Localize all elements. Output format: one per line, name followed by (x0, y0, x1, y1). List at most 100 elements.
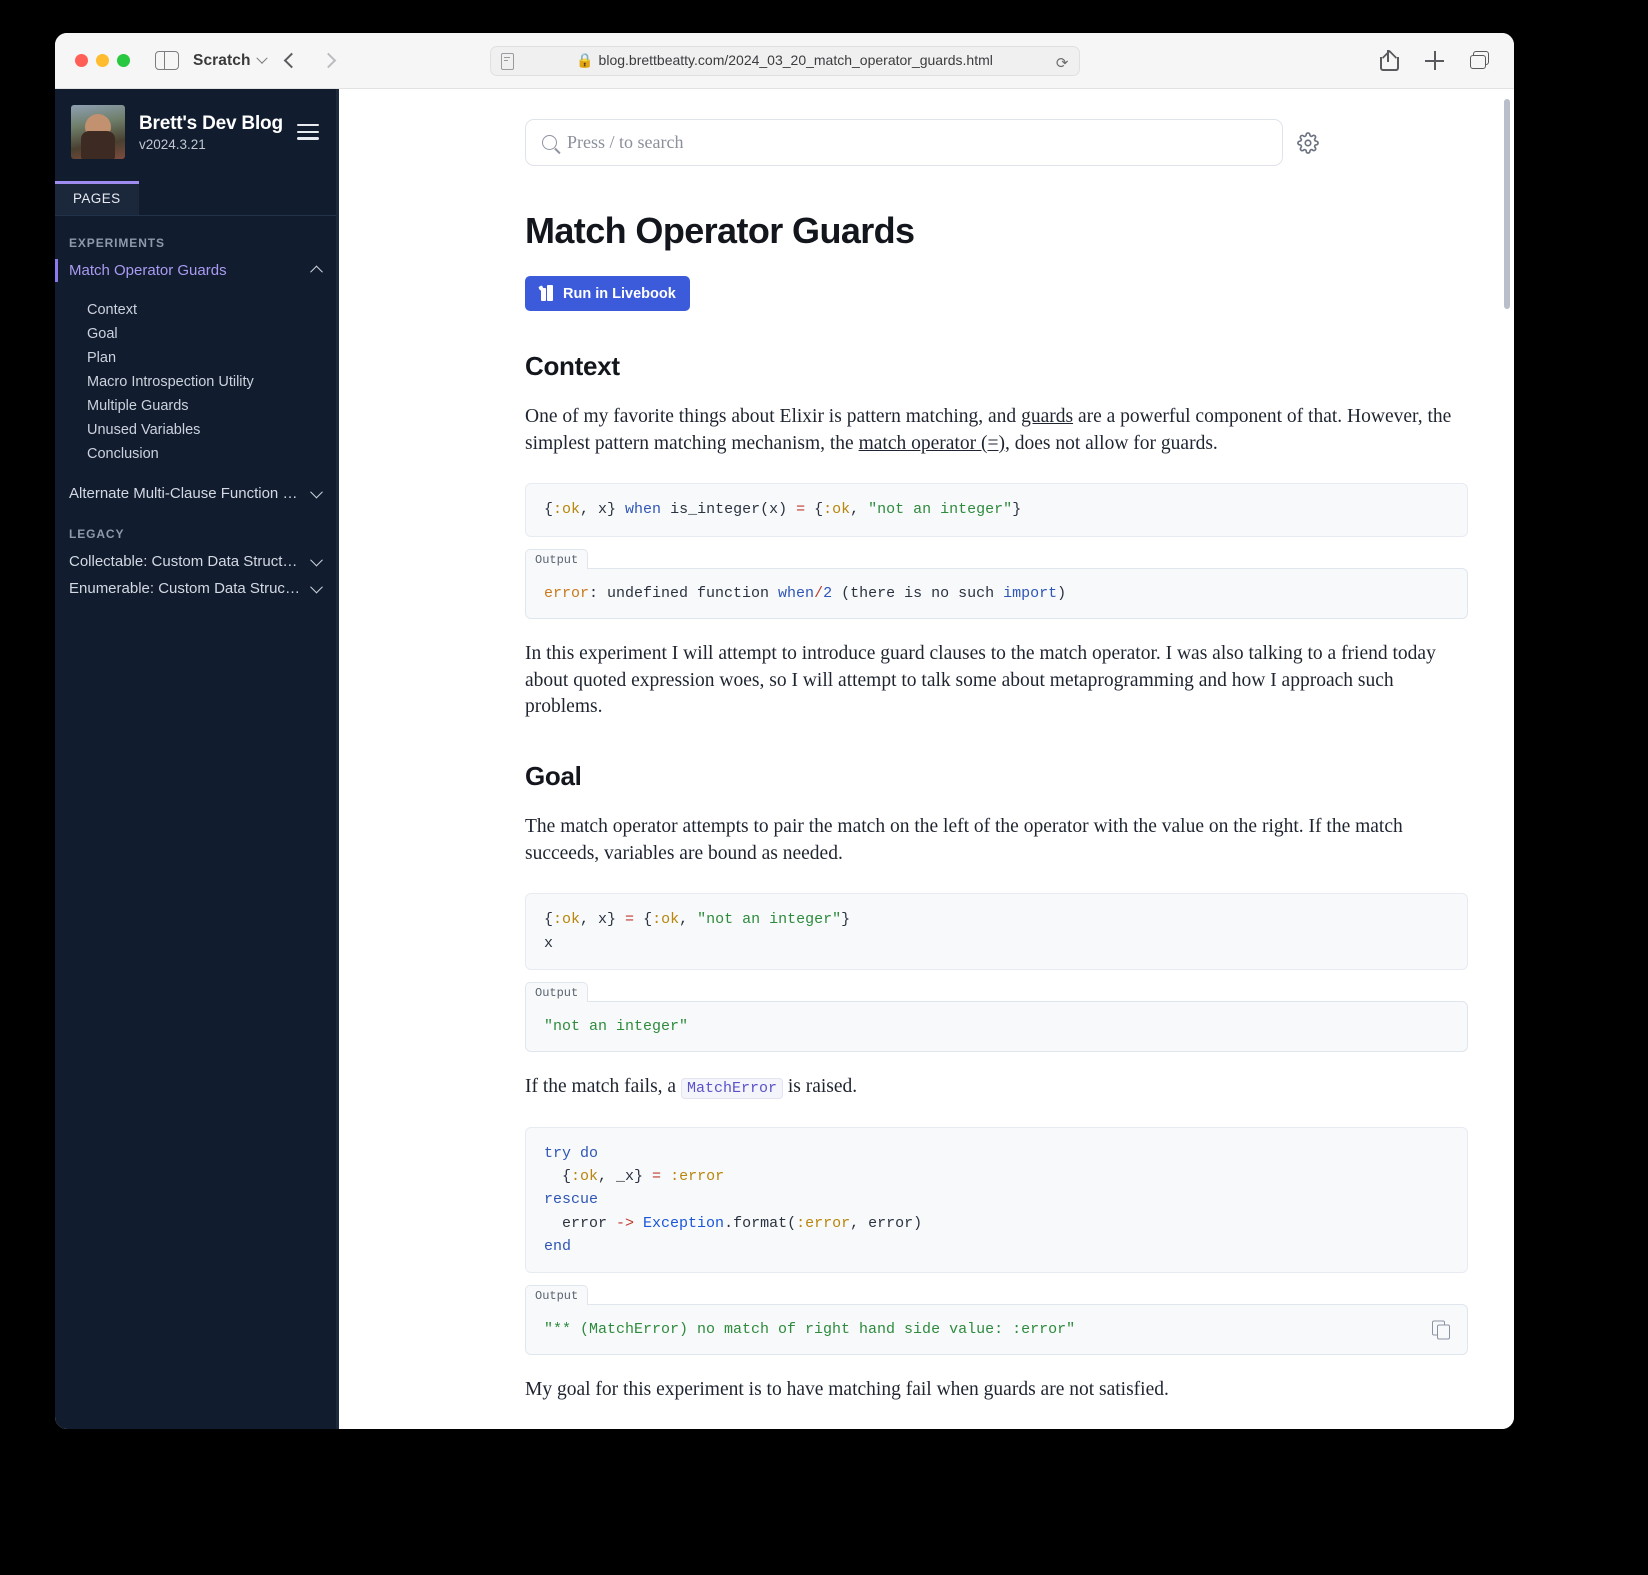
sidebar-subitem-unused-variables[interactable]: Unused Variables (55, 418, 339, 442)
avatar (71, 105, 125, 159)
sidebar-subitem-macro-introspection-utility[interactable]: Macro Introspection Utility (55, 370, 339, 394)
main-content: Press / to search Match Operator Guards … (339, 89, 1514, 1429)
code-block-goal-1[interactable]: {:ok, x} = {:ok, "not an integer"} x (525, 893, 1468, 970)
page-content: Press / to search Match Operator Guards … (339, 89, 1514, 1429)
search-input[interactable]: Press / to search (525, 119, 1283, 166)
run-in-livebook-label: Run in Livebook (563, 285, 676, 302)
vertical-scrollbar[interactable] (1504, 99, 1510, 309)
section-heading-context: Context (525, 351, 620, 381)
link-match-operator[interactable]: match operator (=) (859, 433, 1005, 454)
plus-icon[interactable] (1424, 50, 1445, 71)
search-row: Press / to search (339, 119, 1514, 166)
sidebar-subitem-conclusion[interactable]: Conclusion (55, 442, 339, 466)
blog-title: Brett's Dev Blog (139, 112, 283, 134)
article: Match Operator Guards Run in Livebook Co… (339, 210, 1514, 1429)
output-label: Output (525, 981, 589, 1002)
text-part: If the match fails, a (525, 1076, 681, 1098)
sidebar-group-label-legacy: LEGACY (69, 527, 125, 541)
window-body: Brett's Dev Blog v2024.3.21 PAGES EXPERI… (55, 89, 1514, 1429)
sidebar-item-enumerable-custom-data-structures[interactable]: Enumerable: Custom Data Structur... (55, 575, 339, 602)
sidebar-group-label-experiments: EXPERIMENTS (69, 236, 165, 250)
toolbar-right-actions (1379, 50, 1490, 71)
paragraph-goal-2: If the match fails, a MatchError is rais… (525, 1074, 1468, 1101)
chevron-down-icon[interactable] (310, 485, 323, 499)
address-bar-group: 🔒 blog.brettbeatty.com/2024_03_20_match_o… (489, 45, 1080, 76)
reload-icon[interactable]: ⟳ (1056, 54, 1069, 72)
copy-icon[interactable] (1432, 1320, 1451, 1340)
text-part: , does not allow for guards. (1004, 432, 1218, 454)
sidebar-subitem-plan[interactable]: Plan (55, 346, 339, 370)
search-icon (542, 135, 557, 150)
sidebar-item-label: Collectable: Custom Data Structure... (69, 553, 312, 570)
section-heading-goal: Goal (525, 761, 582, 792)
chevron-down-icon[interactable] (255, 52, 268, 64)
back-arrow-icon[interactable] (283, 52, 299, 69)
address-bar[interactable]: 🔒 blog.brettbeatty.com/2024_03_20_match_o… (489, 45, 1080, 76)
hamburger-menu-icon[interactable] (297, 124, 319, 140)
code-block-goal-2[interactable]: try do {:ok, _x} = :error rescue error -… (525, 1126, 1468, 1274)
text-part: is raised. (782, 1076, 858, 1098)
browser-titlebar: Scratch 🔒 blog.brettbeatty.com/2024_03_20… (55, 33, 1514, 89)
code-text: {:ok, x} = {:ok, "not an integer"} x (544, 911, 851, 952)
code-block-context[interactable]: {:ok, x} when is_integer(x) = {:ok, "not… (525, 483, 1468, 537)
minimize-window-button[interactable] (96, 54, 109, 67)
url-text: 🔒 blog.brettbeatty.com/2024_03_20_match_o… (576, 52, 993, 69)
output-body: error: undefined function when/2 (there … (525, 567, 1468, 619)
code-text: try do {:ok, _x} = :error rescue error -… (544, 1144, 923, 1255)
code-text: {:ok, x} when is_integer(x) = {:ok, "not… (544, 501, 1022, 519)
output-body: "not an integer" (525, 1000, 1468, 1053)
output-goal-1: Output "not an integer" (525, 981, 1468, 1053)
sidebar-subitem-goal[interactable]: Goal (55, 322, 339, 346)
paragraph-goal-1: The match operator attempts to pair the … (525, 816, 1403, 864)
sidebar-nav: EXPERIMENTS Match Operator Guards Contex… (55, 216, 339, 1429)
tab-overview-icon[interactable] (1469, 50, 1490, 71)
output-text: error: undefined function when/2 (there … (544, 584, 1067, 602)
sidebar-header: Brett's Dev Blog v2024.3.21 (55, 89, 339, 159)
output-label: Output (525, 1285, 589, 1306)
tab-title[interactable]: Scratch (193, 52, 251, 70)
link-guards[interactable]: guards (1021, 406, 1073, 427)
sidebar-item-label: Match Operator Guards (69, 262, 227, 279)
run-in-livebook-button[interactable]: Run in Livebook (525, 276, 690, 311)
sidebar-subitem-context[interactable]: Context (55, 298, 339, 322)
chevron-down-icon[interactable] (310, 553, 323, 567)
output-body: "** (MatchError) no match of right hand … (525, 1304, 1468, 1356)
reader-view-icon[interactable] (500, 52, 514, 70)
output-goal-2: Output "** (MatchError) no match of righ… (525, 1285, 1468, 1356)
site-sidebar: Brett's Dev Blog v2024.3.21 PAGES EXPERI… (55, 89, 339, 1429)
sidebar-item-label: Enumerable: Custom Data Structur... (69, 580, 312, 597)
chevron-down-icon[interactable] (310, 580, 323, 594)
browser-window: Scratch 🔒 blog.brettbeatty.com/2024_03_20… (55, 33, 1514, 1429)
blog-version: v2024.3.21 (139, 136, 206, 152)
sidebar-item-collectable-custom-data-structures[interactable]: Collectable: Custom Data Structure... (55, 548, 339, 575)
sidebar-item-match-operator-guards[interactable]: Match Operator Guards (55, 257, 339, 284)
close-window-button[interactable] (75, 54, 88, 67)
maximize-window-button[interactable] (117, 54, 130, 67)
sidebar-toggle-icon[interactable] (155, 51, 179, 70)
page-title: Match Operator Guards (525, 210, 915, 251)
lock-icon: 🔒 (576, 52, 594, 68)
sidebar-item-alternate-multi-clause-function-syntax[interactable]: Alternate Multi-Clause Function Sy... (55, 480, 339, 507)
inline-code-matcherror: MatchError (680, 1078, 783, 1100)
output-text: "** (MatchError) no match of right hand … (544, 1321, 1076, 1339)
text-part: One of my favorite things about Elixir i… (525, 406, 1022, 427)
paragraph-context-2: In this experiment I will attempt to int… (525, 642, 1436, 718)
sidebar-item-label: Alternate Multi-Clause Function Sy... (69, 485, 312, 502)
chevron-up-icon[interactable] (310, 265, 323, 279)
gear-icon[interactable] (1297, 131, 1319, 154)
output-context: Output error: undefined function when/2 … (525, 548, 1468, 619)
sidebar-title-group: Brett's Dev Blog v2024.3.21 (139, 113, 283, 152)
share-icon[interactable] (1379, 50, 1400, 71)
paragraph-goal-3: My goal for this experiment is to have m… (525, 1379, 1169, 1401)
output-text: "not an integer" (544, 1017, 689, 1035)
tab-pages[interactable]: PAGES (55, 181, 139, 215)
sidebar-subitem-multiple-guards[interactable]: Multiple Guards (55, 394, 339, 418)
forward-arrow-icon[interactable] (320, 52, 336, 69)
search-placeholder: Press / to search (567, 132, 684, 152)
window-controls (75, 54, 130, 67)
url-value: blog.brettbeatty.com/2024_03_20_match_op… (598, 52, 993, 68)
output-label: Output (525, 548, 589, 569)
livebook-logo-icon (538, 285, 555, 302)
